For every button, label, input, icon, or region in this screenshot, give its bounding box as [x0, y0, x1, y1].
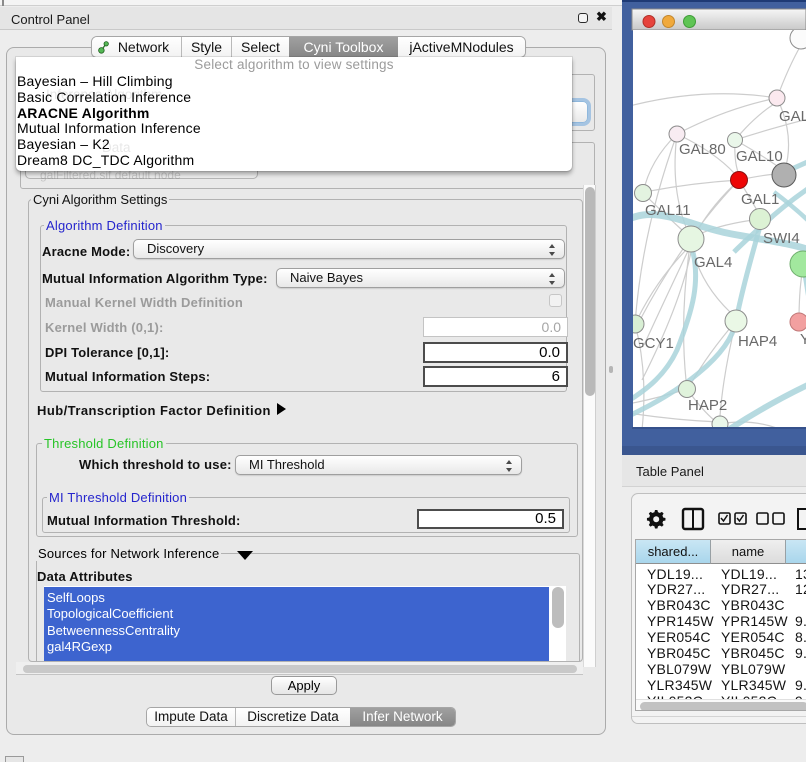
svg-text:GAL1: GAL1 [741, 191, 779, 208]
svg-text:GCY1: GCY1 [633, 335, 674, 352]
svg-text:GAL7: GAL7 [779, 108, 806, 125]
svg-text:GAL4: GAL4 [694, 254, 732, 271]
svg-text:GAL10: GAL10 [736, 148, 783, 165]
svg-text:Y: Y [800, 331, 806, 348]
svg-text:HAP2: HAP2 [688, 397, 727, 414]
svg-text:GAL80: GAL80 [679, 141, 726, 158]
svg-text:HAP4: HAP4 [738, 333, 777, 350]
svg-text:GAL11: GAL11 [645, 202, 691, 219]
svg-text:SWI4: SWI4 [763, 230, 800, 247]
